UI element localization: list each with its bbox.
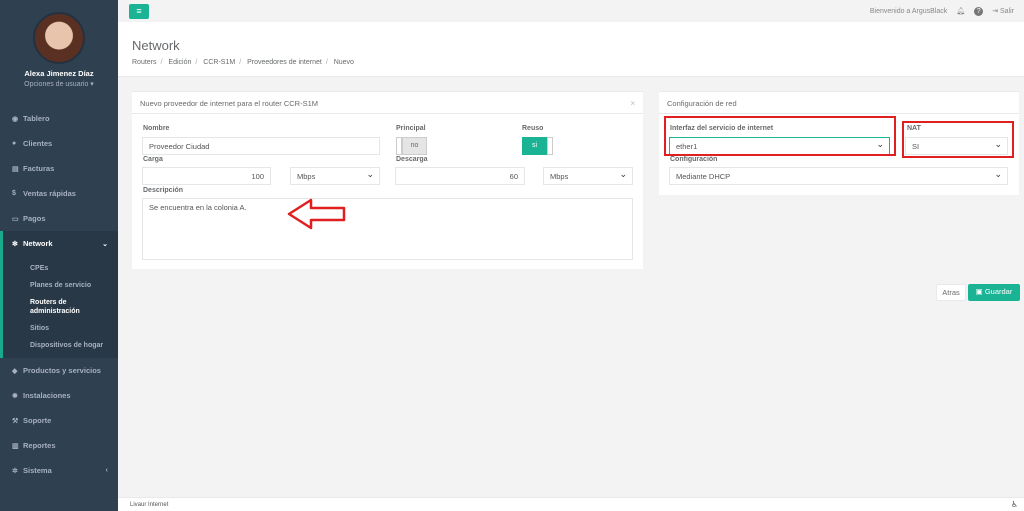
gear-icon: ✹ <box>12 392 18 400</box>
provider-form-panel: Nuevo proveedor de internet para el rout… <box>132 91 643 269</box>
book-icon: ▥ <box>12 442 19 450</box>
file-icon: ▤ <box>12 165 19 173</box>
logout-button[interactable]: ⇥ Salir <box>992 7 1014 15</box>
sidebar-item-soporte[interactable]: ⚒ Soporte <box>0 408 118 433</box>
breadcrumb-edicion[interactable]: Edición <box>168 59 191 66</box>
reuso-label: Reuso <box>522 125 544 132</box>
profile: Alexa Jimenez Díaz Opciones de usuario ▾ <box>0 0 118 100</box>
descarga-input[interactable]: 60 <box>395 167 525 185</box>
submenu-item-cpes[interactable]: CPEs <box>30 260 118 277</box>
dollar-icon: $ <box>12 190 16 197</box>
money-icon: ▭ <box>12 215 19 223</box>
highlight-box-nat <box>902 121 1014 158</box>
principal-toggle[interactable]: no <box>396 137 427 155</box>
breadcrumb-nuevo: Nuevo <box>333 59 354 66</box>
reuso-value: si <box>522 137 547 155</box>
breadcrumb-router[interactable]: CCR-S1M <box>203 59 235 66</box>
sidebar-item-sistema[interactable]: ✲ Sistema ‹ <box>0 458 118 483</box>
sidebar-item-ventas[interactable]: $ Ventas rápidas <box>0 181 118 206</box>
chevron-left-icon: ‹ <box>105 467 108 474</box>
page-heading: Network Routers / Edición / CCR-S1M / Prove… <box>118 22 1024 77</box>
topbar-right: Bienvenido a ArgusBlack 🔔︎ ? ⇥ Salir <box>869 6 1014 16</box>
breadcrumb-proveedores[interactable]: Proveedores de internet <box>247 59 322 66</box>
avatar[interactable] <box>33 12 85 64</box>
floppy-icon: ▣ <box>975 287 985 296</box>
carga-input[interactable]: 100 <box>142 167 271 185</box>
submenu-item-planes[interactable]: Planes de servicio <box>30 277 118 294</box>
carga-label: Carga <box>143 156 163 163</box>
highlight-box-interfaz <box>664 116 896 156</box>
welcome-text: Bienvenido a ArgusBlack <box>869 7 948 15</box>
tag-icon: ◆ <box>12 367 18 375</box>
principal-value: no <box>402 137 427 155</box>
sidebar-nav: ◉ Tablero ● Clientes ▤ Facturas $ Ventas ráp… <box>0 106 118 483</box>
breadcrumb: Routers / Edición / CCR-S1M / Proveedores d… <box>132 59 354 66</box>
user-options-dropdown[interactable]: Opciones de usuario ▾ <box>0 80 118 88</box>
configuracion-label: Configuración <box>670 156 718 163</box>
descarga-unit-select[interactable]: Mbps <box>543 167 633 185</box>
carga-unit-select[interactable]: Mbps <box>290 167 380 185</box>
help-icon[interactable]: ? <box>974 6 984 16</box>
network-config-panel: Configuración de red Interfaz del servic… <box>659 91 1019 195</box>
bell-icon[interactable]: 🔔︎ <box>956 7 965 15</box>
chevron-down-icon: ⌄ <box>102 240 108 248</box>
form-title: Nuevo proveedor de internet para el rout… <box>132 92 643 114</box>
reuso-toggle[interactable]: si <box>522 137 553 155</box>
sidebar-item-instalaciones[interactable]: ✹ Instalaciones <box>0 383 118 408</box>
snowflake-icon: ✻ <box>12 240 18 248</box>
sidebar-item-reportes[interactable]: ▥ Reportes <box>0 433 118 458</box>
users-icon: ● <box>12 140 17 147</box>
footer-text: Livaur Internet <box>130 502 169 508</box>
descarga-label: Descarga <box>396 156 428 163</box>
sidebar-item-network[interactable]: ✻ Network ⌄ <box>0 231 118 256</box>
topbar: ≡ Bienvenido a ArgusBlack 🔔︎ ? ⇥ Salir <box>118 0 1024 22</box>
descripcion-textarea[interactable]: Se encuentra en la colonia A. <box>142 198 633 260</box>
back-button[interactable]: Atras <box>936 284 966 301</box>
nombre-label: Nombre <box>143 125 170 132</box>
sidebar-item-clientes[interactable]: ● Clientes <box>0 131 118 156</box>
sidebar-item-pagos[interactable]: ▭ Pagos <box>0 206 118 231</box>
submenu-item-routers[interactable]: Routers de administración <box>30 294 118 320</box>
wrench-icon: ⚒ <box>12 417 19 425</box>
network-submenu: CPEs Planes de servicio Routers de admin… <box>0 256 118 358</box>
submenu-item-sitios[interactable]: Sitios <box>30 320 118 337</box>
network-title: Configuración de red <box>659 92 1019 114</box>
accessibility-icon[interactable]: ♿︎ <box>1011 500 1018 509</box>
menu-toggle-button[interactable]: ≡ <box>129 3 149 19</box>
dashboard-icon: ◉ <box>12 115 19 123</box>
sidebar-item-facturas[interactable]: ▤ Facturas <box>0 156 118 181</box>
descripcion-label: Descripción <box>143 187 184 194</box>
configuracion-select[interactable]: Mediante DHCP <box>669 167 1008 185</box>
red-arrow-annotation <box>287 198 346 230</box>
principal-label: Principal <box>396 125 426 132</box>
footer: Livaur Internet ♿︎ <box>118 497 1024 511</box>
logout-icon: ⇥ <box>992 8 1000 15</box>
submenu-item-dispositivos[interactable]: Dispositivos de hogar <box>30 337 118 354</box>
sidebar: Alexa Jimenez Díaz Opciones de usuario ▾… <box>0 0 118 511</box>
page-title: Network <box>132 38 180 53</box>
save-button[interactable]: ▣ Guardar <box>968 284 1020 301</box>
sidebar-item-productos[interactable]: ◆ Productos y servicios <box>0 358 118 383</box>
cogs-icon: ✲ <box>12 467 18 475</box>
nombre-input[interactable]: Proveedor Ciudad <box>142 137 380 155</box>
close-icon[interactable]: × <box>630 99 635 108</box>
breadcrumb-routers[interactable]: Routers <box>132 59 157 66</box>
sidebar-item-tablero[interactable]: ◉ Tablero <box>0 106 118 131</box>
user-name: Alexa Jimenez Díaz <box>24 69 94 78</box>
